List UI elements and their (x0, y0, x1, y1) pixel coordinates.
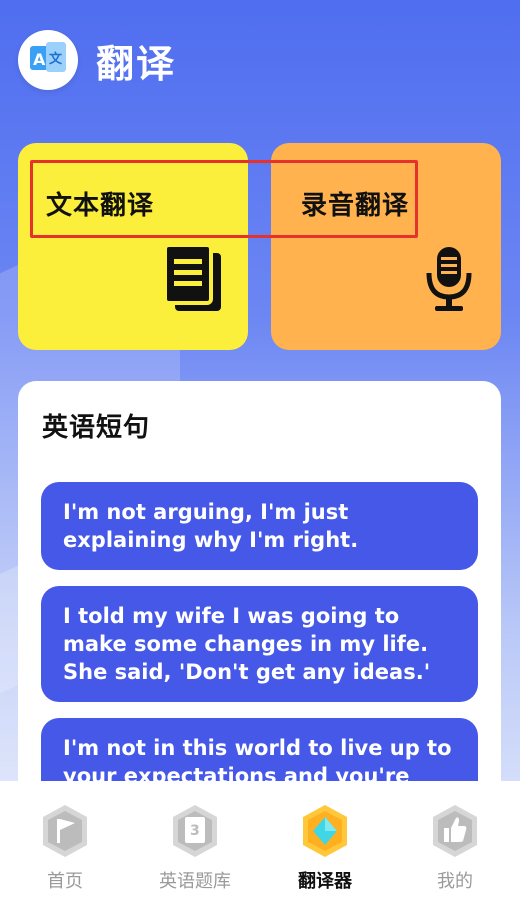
tab-label: 英语题库 (159, 871, 231, 892)
tab-translator[interactable]: 翻译器 (260, 781, 390, 899)
svg-text:文: 文 (49, 51, 63, 67)
microphone-icon (421, 243, 477, 319)
bottom-tab-bar: 首页 3 英语题库 翻译器 我的 (0, 781, 520, 899)
page-title: 翻译 (96, 41, 177, 86)
diamond-icon (299, 803, 351, 859)
phrases-title: 英语短句 (42, 413, 151, 443)
svg-text:3: 3 (190, 823, 200, 839)
tab-label: 我的 (437, 871, 473, 892)
phrase-item[interactable]: I told my wife I was going to make some … (41, 586, 478, 702)
question-bank-icon: 3 (169, 803, 221, 859)
flag-icon (39, 803, 91, 859)
tab-label: 首页 (47, 871, 83, 892)
document-stack-icon (161, 243, 225, 319)
tab-home[interactable]: 首页 (0, 781, 130, 899)
tab-mine[interactable]: 我的 (390, 781, 520, 899)
phrase-item[interactable]: I'm not arguing, I'm just explaining why… (41, 482, 478, 570)
app-header: A 文 翻译 (0, 0, 520, 120)
phrases-panel: 英语短句 I'm not arguing, I'm just explainin… (18, 381, 501, 811)
svg-text:A: A (33, 50, 46, 69)
tab-label: 翻译器 (298, 871, 352, 892)
tab-question-bank[interactable]: 3 英语题库 (130, 781, 260, 899)
highlight-annotation (30, 160, 418, 238)
translate-logo-icon: A 文 (18, 30, 78, 90)
thumbs-up-icon (429, 803, 481, 859)
